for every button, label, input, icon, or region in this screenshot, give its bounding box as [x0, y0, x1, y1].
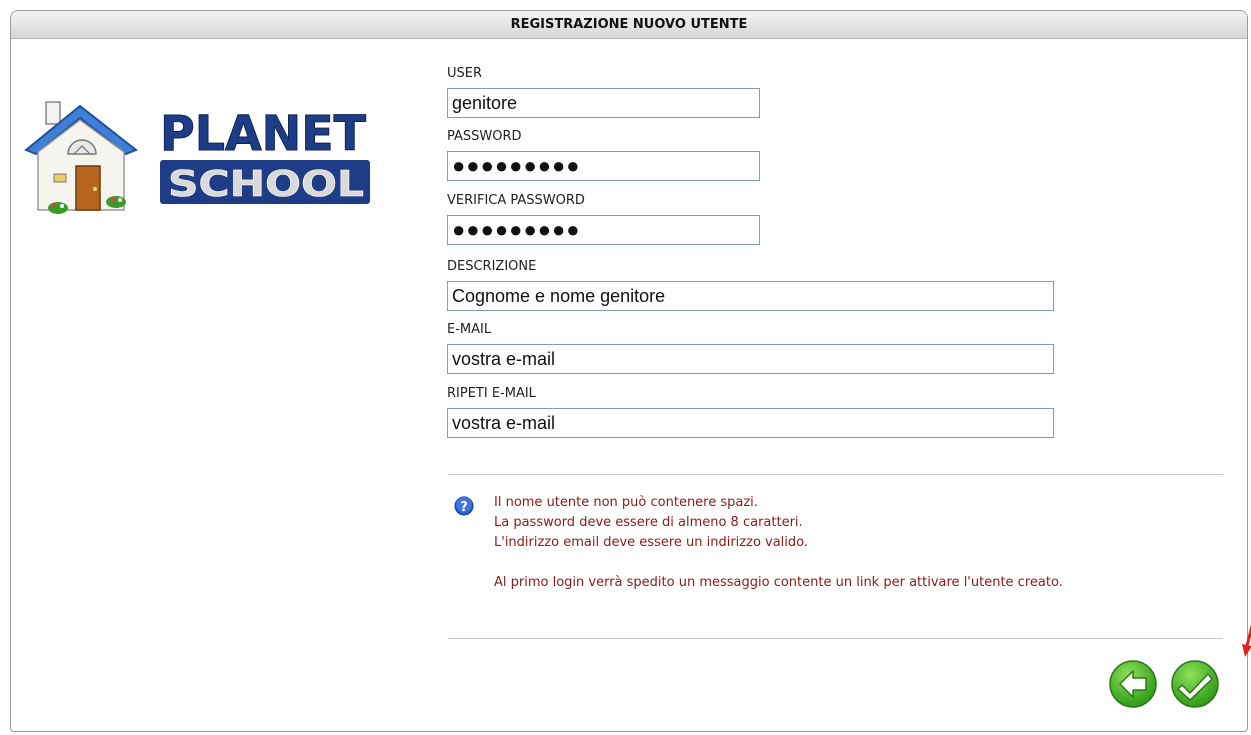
- panel-title: REGISTRAZIONE NUOVO UTENTE: [11, 11, 1247, 39]
- description-input[interactable]: Cognome e nome genitore: [447, 281, 1054, 311]
- field-label-description: DESCRIZIONE: [447, 259, 537, 274]
- back-button[interactable]: [1108, 659, 1158, 709]
- email-input[interactable]: vostra e-mail: [447, 344, 1054, 374]
- logo-school-text: SCHOOL: [168, 164, 364, 205]
- help-line-email: L'indirizzo email deve essere un indiriz…: [494, 535, 809, 550]
- logo-planet-text: PLANET: [160, 106, 366, 162]
- field-label-password: PASSWORD: [447, 129, 522, 144]
- planet-school-logo: PLANET SCHOOL: [24, 101, 370, 214]
- help-notes: Il nome utente non può contenere spazi. …: [494, 493, 1063, 593]
- divider-top: [448, 474, 1223, 475]
- field-label-email: E-MAIL: [447, 322, 492, 337]
- help-line-username: Il nome utente non può contenere spazi.: [494, 495, 758, 510]
- repeat-email-input[interactable]: vostra e-mail: [447, 408, 1054, 438]
- verify-password-input[interactable]: ●●●●●●●●●: [447, 215, 760, 245]
- field-label-repeat-email: RIPETI E-MAIL: [447, 386, 536, 401]
- svg-text:?: ?: [460, 500, 468, 515]
- confirm-button[interactable]: [1170, 659, 1220, 709]
- help-line-activation: Al primo login verrà spedito un messaggi…: [494, 575, 1063, 590]
- user-input[interactable]: genitore: [447, 88, 760, 118]
- help-question-icon: ?: [454, 496, 474, 516]
- field-label-verify-password: VERIFICA PASSWORD: [447, 193, 585, 208]
- password-input[interactable]: ●●●●●●●●●: [447, 151, 760, 181]
- field-label-user: USER: [447, 66, 483, 81]
- divider-bottom: [448, 638, 1223, 639]
- annotation-arrow-icon: [1242, 623, 1251, 657]
- help-line-password: La password deve essere di almeno 8 cara…: [494, 515, 803, 530]
- house-icon: [24, 101, 138, 214]
